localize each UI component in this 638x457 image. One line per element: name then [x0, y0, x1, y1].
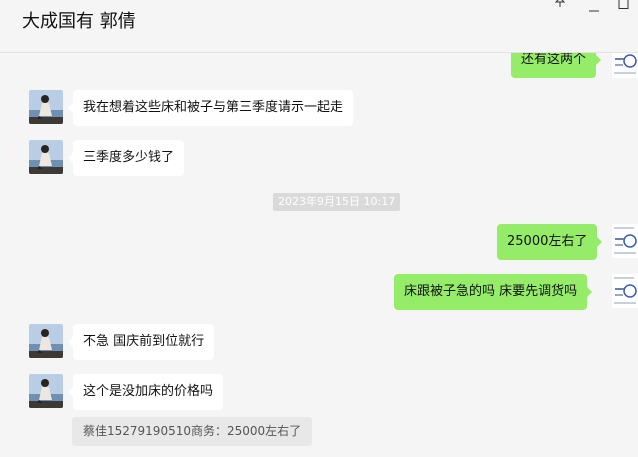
- message-bubble[interactable]: 25000左右了: [497, 224, 603, 260]
- message-bubble[interactable]: 三季度多少钱了: [67, 140, 185, 176]
- message-bubble[interactable]: 我在想着这些床和被子与第三季度请示一起走: [67, 90, 354, 126]
- my-avatar[interactable]: [612, 274, 638, 308]
- maximize-icon[interactable]: [618, 0, 630, 12]
- chat-header: 大成国有 郭倩: [0, 0, 638, 53]
- my-avatar[interactable]: [612, 53, 638, 78]
- message-bubble[interactable]: 床跟被子急的吗 床要先调货吗: [394, 274, 593, 310]
- chat-title: 大成国有 郭倩: [22, 11, 136, 32]
- message-bubble[interactable]: 不急 国庆前到位就行: [67, 324, 215, 360]
- minimize-icon[interactable]: [588, 2, 600, 16]
- contact-avatar[interactable]: [29, 374, 63, 408]
- contact-avatar[interactable]: [29, 324, 63, 358]
- message-bubble[interactable]: 这个是没加床的价格吗: [67, 374, 224, 410]
- quoted-message[interactable]: 蔡佳15279190510商务：25000左右了: [72, 417, 313, 446]
- pin-icon[interactable]: [554, 0, 566, 11]
- timestamp: 2023年9月15日 10:17: [273, 193, 401, 211]
- chat-area[interactable]: 还有这两个 我在想着这些床和被子与第三季度请示一起走 三季度多少钱了 2023年…: [0, 53, 638, 457]
- contact-avatar[interactable]: [29, 140, 63, 174]
- message-bubble[interactable]: 还有这两个: [511, 53, 602, 78]
- my-avatar[interactable]: [612, 224, 638, 258]
- contact-avatar[interactable]: [29, 90, 63, 124]
